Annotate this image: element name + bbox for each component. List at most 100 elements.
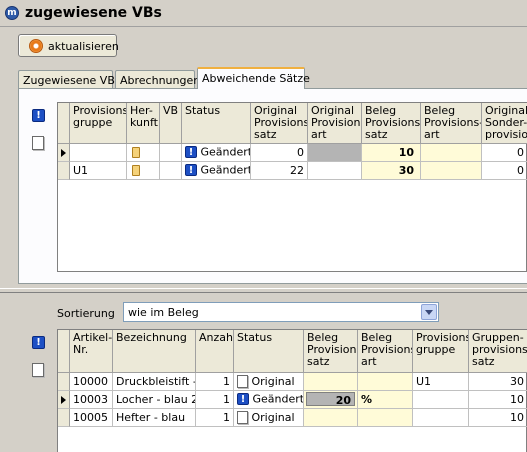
tab-label: Abweichende Sätze (202, 72, 310, 85)
changed-status-icon: ! (185, 164, 197, 176)
title-bar: m zugewiesene VBs (0, 0, 527, 27)
cell-gruppe[interactable]: U1 (70, 162, 127, 180)
refresh-button-label: aktualisieren (48, 40, 119, 53)
row-indicator[interactable] (58, 391, 70, 409)
cell-artikel-nr[interactable]: 10005 (70, 409, 113, 427)
col-original-provisionssatz[interactable]: Original Provisions-satz (251, 103, 308, 144)
refresh-icon (29, 39, 43, 53)
sort-dropdown[interactable]: wie im Beleg (123, 302, 439, 322)
status-text: Original (251, 375, 295, 388)
cell-provisionsgruppe[interactable] (413, 409, 469, 427)
status-text: Geändert (200, 163, 251, 177)
refresh-button[interactable]: aktualisieren (18, 34, 119, 57)
cell-beleg-art[interactable] (421, 162, 482, 180)
cell-provisionsgruppe[interactable]: U1 (413, 373, 469, 391)
cell-original-satz[interactable]: 22 (251, 162, 308, 180)
cell-status[interactable]: ! Geändert (234, 391, 304, 409)
cell-status[interactable]: ! Geändert (182, 162, 251, 180)
cell-bezeichnung[interactable]: Locher - blau 25 (113, 391, 196, 409)
col-artikel-nr[interactable]: Artikel-Nr. (70, 330, 113, 373)
cell-gruppe[interactable] (70, 144, 127, 162)
col-beleg-provisionssatz[interactable]: Beleg Provisions satz (304, 330, 358, 373)
status-text: Geändert (252, 392, 304, 406)
cell-status[interactable]: Original (234, 409, 304, 427)
cell-provisionsgruppe[interactable] (413, 391, 469, 409)
tab-abweichende-saetze[interactable]: Abweichende Sätze (197, 67, 310, 89)
cell-beleg-art[interactable] (358, 409, 413, 427)
lower-grid: Artikel-Nr. Bezeichnung Anzahl Status Be… (57, 329, 527, 452)
row-indicator[interactable] (58, 409, 70, 427)
row-indicator[interactable] (58, 373, 70, 391)
row-indicator[interactable] (58, 162, 70, 180)
cell-herkunft[interactable] (127, 162, 160, 180)
cell-bezeichnung[interactable]: Hefter - blau (113, 409, 196, 427)
col-beleg-provisionsart[interactable]: Beleg Provisions art (358, 330, 413, 373)
cell-beleg-satz[interactable] (304, 373, 358, 391)
cell-vb[interactable] (160, 162, 182, 180)
original-status-icon (237, 375, 248, 388)
cell-original-art[interactable] (308, 144, 362, 162)
tab-label: Zugewiesene VBs (23, 74, 121, 87)
upper-grid: Provisions-gruppe Her-kunft VB Status Or… (57, 102, 527, 272)
page-icon[interactable] (32, 363, 44, 377)
col-status[interactable]: Status (234, 330, 304, 373)
info-icon[interactable]: ! (32, 109, 45, 122)
row-header-corner (58, 330, 70, 373)
cell-anzahl[interactable]: 1 (196, 391, 234, 409)
folder-icon (132, 147, 140, 158)
cell-gruppenprovisionssatz[interactable]: 10 (469, 409, 527, 427)
col-vb[interactable]: VB (160, 103, 182, 144)
cell-status[interactable]: Original (234, 373, 304, 391)
col-provisionsgruppe[interactable]: Provisions-gruppe (70, 103, 127, 144)
status-text: Geändert (200, 145, 251, 159)
original-status-icon (237, 411, 248, 424)
folder-icon (132, 165, 140, 176)
cell-beleg-satz[interactable]: 20 (304, 391, 358, 409)
changed-status-icon: ! (185, 146, 197, 158)
col-bezeichnung[interactable]: Bezeichnung (113, 330, 196, 373)
col-anzahl[interactable]: Anzahl (196, 330, 234, 373)
cell-artikel-nr[interactable]: 10003 (70, 391, 113, 409)
info-icon[interactable]: ! (32, 336, 45, 349)
cell-artikel-nr[interactable]: 10000 (70, 373, 113, 391)
cell-status[interactable]: ! Geändert (182, 144, 251, 162)
cell-herkunft[interactable] (127, 144, 160, 162)
cell-gruppenprovisionssatz[interactable]: 30 (469, 373, 527, 391)
cell-anzahl[interactable]: 1 (196, 373, 234, 391)
chevron-down-icon[interactable] (421, 304, 437, 320)
status-text: Original (251, 411, 295, 424)
cell-sonder[interactable]: 0 (482, 162, 527, 180)
sort-value: wie im Beleg (128, 306, 199, 319)
tab-zugewiesene-vbs[interactable]: Zugewiesene VBs (18, 70, 121, 89)
col-status[interactable]: Status (182, 103, 251, 144)
cell-beleg-art[interactable] (421, 144, 482, 162)
tab-label: Abrechnungen (120, 74, 201, 87)
cell-gruppenprovisionssatz[interactable]: 10 (469, 391, 527, 409)
col-beleg-provisionssatz[interactable]: Beleg Provisions-satz (362, 103, 421, 144)
app-icon: m (5, 6, 19, 20)
tab-abrechnungen[interactable]: Abrechnungen (115, 70, 200, 89)
cell-beleg-art[interactable] (358, 373, 413, 391)
panel-splitter[interactable] (0, 288, 527, 293)
cell-original-satz[interactable]: 0 (251, 144, 308, 162)
cell-beleg-satz-editor[interactable]: 20 (306, 392, 355, 406)
cell-vb[interactable] (160, 144, 182, 162)
cell-beleg-art[interactable]: % (358, 391, 413, 409)
cell-anzahl[interactable]: 1 (196, 409, 234, 427)
row-header-corner (58, 103, 70, 144)
col-original-provisionsart[interactable]: Original Provisions art (308, 103, 362, 144)
cell-original-art[interactable] (308, 162, 362, 180)
cell-bezeichnung[interactable]: Druckbleistift - 0, (113, 373, 196, 391)
cell-beleg-satz[interactable]: 10 (362, 144, 421, 162)
col-beleg-provisionsart[interactable]: Beleg Provisions-art (421, 103, 482, 144)
cell-beleg-satz[interactable] (304, 409, 358, 427)
cell-sonder[interactable]: 0 (482, 144, 527, 162)
col-provisionsgruppe[interactable]: Provisions-gruppe (413, 330, 469, 373)
col-gruppenprovisionssatz[interactable]: Gruppen-provisions-satz (469, 330, 527, 373)
col-original-sonderprovision[interactable]: Original Sonder-provision (482, 103, 527, 144)
cell-beleg-satz[interactable]: 30 (362, 162, 421, 180)
page-icon[interactable] (32, 136, 44, 150)
col-herkunft[interactable]: Her-kunft (127, 103, 160, 144)
window-title: zugewiesene VBs (25, 5, 162, 21)
row-indicator[interactable] (58, 144, 70, 162)
